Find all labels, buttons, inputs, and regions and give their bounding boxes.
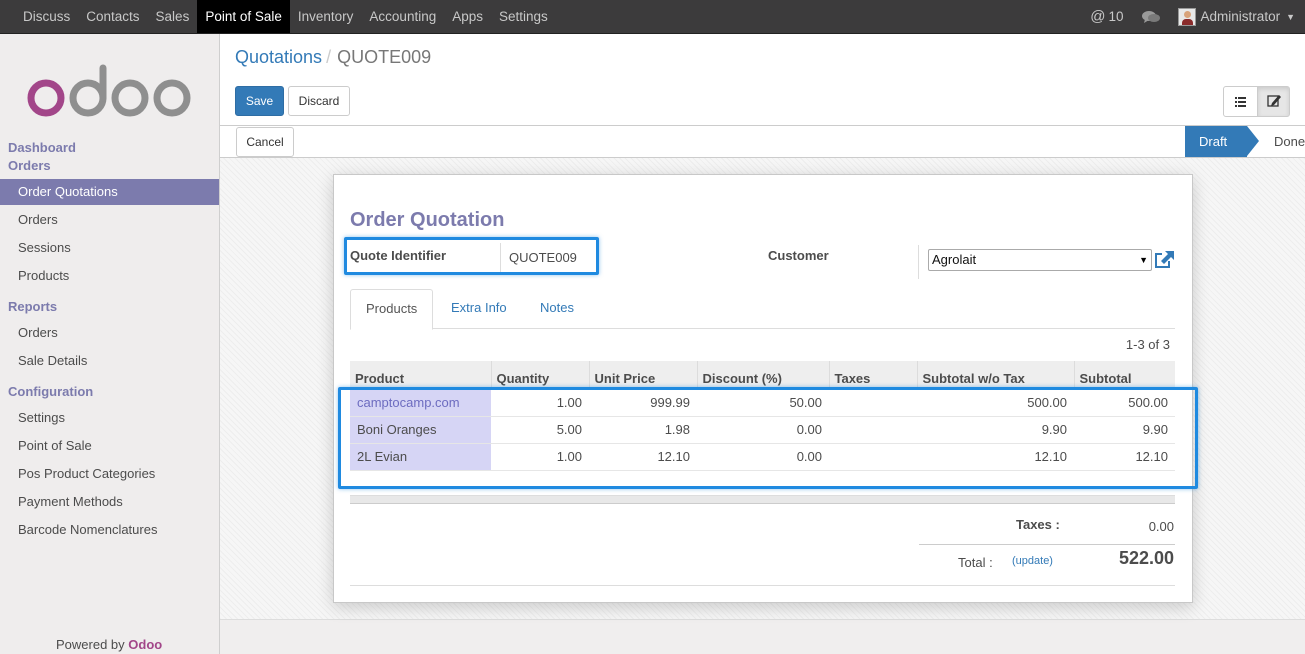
pager: 1-3 of 3 — [1125, 337, 1170, 352]
totals-separator — [919, 544, 1175, 545]
stage-done[interactable]: Done — [1259, 126, 1305, 157]
customer-select[interactable]: Agrolait ▼ — [928, 249, 1152, 271]
sidebar-section-dashboard[interactable]: Dashboard — [8, 140, 76, 155]
sidebar-item-orders[interactable]: Orders — [0, 207, 219, 233]
customer-divider — [918, 245, 919, 279]
customer-label: Customer — [768, 248, 829, 263]
col-subtotal-wo-tax[interactable]: Subtotal w/o Tax — [916, 361, 1074, 389]
caret-down-icon: ▼ — [1286, 11, 1295, 22]
chat-bubbles-icon — [1141, 10, 1160, 23]
quote-identifier-highlight — [344, 237, 599, 275]
table-header: Product Quantity Unit Price Discount (%)… — [350, 361, 1175, 389]
powered-by: Powered by Odoo — [56, 637, 162, 652]
taxes-label: Taxes : — [1016, 517, 1060, 532]
sidebar-item-order-quotations[interactable]: Order Quotations — [0, 179, 219, 205]
breadcrumb-quotations[interactable]: Quotations — [235, 47, 322, 67]
col-discount[interactable]: Discount (%) — [696, 361, 829, 389]
bottom-separator — [350, 585, 1175, 586]
mentions-button[interactable]: @ 10 — [1090, 8, 1123, 25]
form-title: Order Quotation — [350, 209, 505, 231]
mentions-count: 10 — [1108, 9, 1124, 24]
external-link-icon[interactable] — [1154, 250, 1175, 269]
menu-inventory[interactable]: Inventory — [290, 0, 362, 33]
form-sheet: Order Quotation Quote Identifier QUOTE00… — [333, 174, 1198, 603]
col-product[interactable]: Product — [350, 361, 491, 389]
menu-discuss[interactable]: Discuss — [15, 0, 78, 33]
sidebar-item-barcode-nomenclatures[interactable]: Barcode Nomenclatures — [0, 517, 219, 543]
tab-extra-info[interactable]: Extra Info — [436, 289, 522, 329]
menu-contacts[interactable]: Contacts — [78, 0, 147, 33]
at-icon: @ — [1090, 8, 1106, 25]
form-view-button[interactable] — [1257, 86, 1290, 117]
menu-apps[interactable]: Apps — [444, 0, 491, 33]
stage-draft[interactable]: Draft — [1185, 126, 1259, 157]
list-view-button[interactable] — [1223, 86, 1258, 117]
sidebar-item-pos-product-categories[interactable]: Pos Product Categories — [0, 461, 219, 487]
cancel-button[interactable]: Cancel — [236, 127, 294, 157]
powered-by-link[interactable]: Odoo — [128, 637, 162, 652]
statusbar: Cancel Draft Done — [220, 126, 1305, 158]
edit-icon — [1267, 95, 1281, 107]
total-value: 522.00 — [1118, 548, 1174, 568]
chat-button[interactable] — [1141, 10, 1160, 24]
notebook-tabs: Products Extra Info Notes — [350, 289, 1175, 330]
menu-settings[interactable]: Settings — [491, 0, 556, 33]
sidebar-item-products[interactable]: Products — [0, 263, 219, 289]
sidebar-section-configuration: Configuration — [8, 384, 94, 399]
sidebar-item-point-of-sale[interactable]: Point of Sale — [0, 433, 219, 459]
control-panel: Quotations / QUOTE009 Save Discard — [220, 34, 1305, 126]
discard-button[interactable]: Discard — [288, 86, 350, 116]
total-label: Total : — [958, 555, 993, 570]
user-name: Administrator — [1200, 9, 1281, 24]
col-unit-price[interactable]: Unit Price — [588, 361, 697, 389]
col-quantity[interactable]: Quantity — [490, 361, 589, 389]
update-total-link[interactable]: (update) — [1012, 555, 1053, 567]
sidebar-item-sessions[interactable]: Sessions — [0, 235, 219, 261]
sidebar-item-settings[interactable]: Settings — [0, 405, 219, 431]
sidebar-item-report-orders[interactable]: Orders — [0, 320, 219, 346]
taxes-value: 0.00 — [1148, 519, 1174, 534]
list-icon — [1235, 97, 1246, 107]
table-footer — [350, 495, 1175, 504]
avatar — [1177, 7, 1196, 26]
app-menu: Discuss Contacts Sales Point of Sale Inv… — [15, 0, 556, 33]
col-subtotal[interactable]: Subtotal — [1073, 361, 1175, 389]
menu-sales[interactable]: Sales — [148, 0, 198, 33]
sidebar: Dashboard Orders Order Quotations Orders… — [0, 34, 220, 654]
breadcrumb: Quotations / QUOTE009 — [235, 47, 431, 68]
footer-strip — [220, 619, 1305, 654]
menu-accounting[interactable]: Accounting — [361, 0, 444, 33]
odoo-logo — [27, 64, 191, 117]
breadcrumb-separator: / — [326, 47, 332, 67]
save-button[interactable]: Save — [235, 86, 284, 116]
user-menu[interactable]: Administrator ▼ — [1177, 7, 1295, 26]
breadcrumb-current: QUOTE009 — [337, 47, 432, 67]
systray: @ 10 Administrator ▼ — [1072, 0, 1295, 33]
powered-by-label: Powered by — [56, 637, 125, 652]
select-arrow-icon: ▼ — [1139, 255, 1148, 265]
sidebar-item-payment-methods[interactable]: Payment Methods — [0, 489, 219, 515]
tab-notes[interactable]: Notes — [525, 289, 589, 329]
sidebar-item-sale-details[interactable]: Sale Details — [0, 348, 219, 374]
order-lines-highlight — [338, 387, 1198, 489]
menu-point-of-sale[interactable]: Point of Sale — [197, 0, 290, 33]
customer-value: Agrolait — [932, 252, 977, 267]
top-navbar: Discuss Contacts Sales Point of Sale Inv… — [0, 0, 1305, 34]
sidebar-section-reports: Reports — [8, 299, 58, 314]
sidebar-section-orders: Orders — [8, 158, 51, 173]
col-taxes[interactable]: Taxes — [828, 361, 917, 389]
tab-products[interactable]: Products — [350, 289, 434, 330]
